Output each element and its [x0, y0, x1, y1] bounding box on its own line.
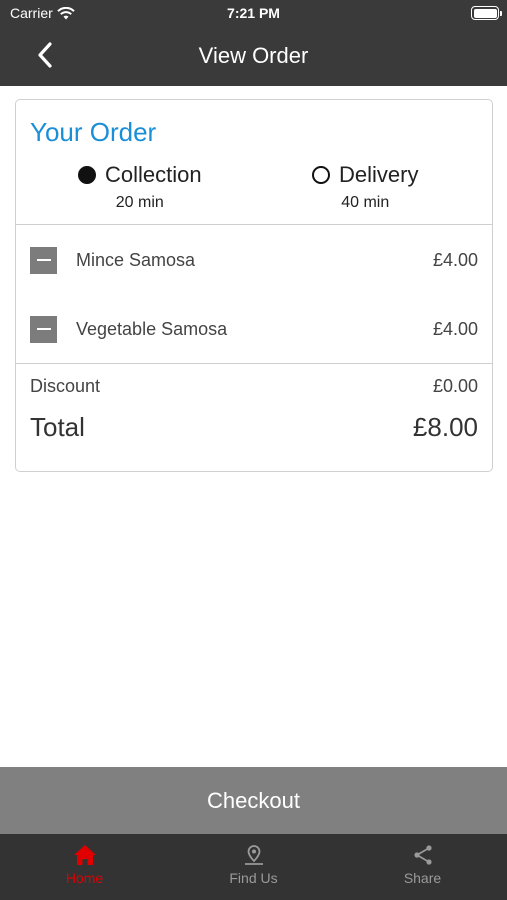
discount-value: £0.00 — [432, 376, 478, 396]
collection-label: Collection — [105, 162, 202, 187]
remove-item-button[interactable] — [30, 246, 57, 274]
status-time: 7:21 PM — [227, 5, 280, 21]
order-heading: Your Order — [30, 117, 157, 147]
tab-find-us-label: Find Us — [229, 870, 278, 886]
minus-icon — [36, 328, 51, 330]
order-item: Vegetable Samosa £4.00 — [16, 309, 492, 349]
divider — [16, 363, 492, 364]
delivery-option[interactable]: Delivery 40 min — [312, 162, 418, 212]
tab-home-label: Home — [65, 870, 104, 886]
share-icon — [413, 845, 432, 865]
order-item: Mince Samosa £4.00 — [16, 240, 492, 280]
divider — [16, 224, 492, 225]
minus-icon — [36, 259, 51, 261]
collection-option[interactable]: Collection 20 min — [78, 162, 202, 212]
radio-selected-icon[interactable] — [78, 166, 96, 184]
item-price: £4.00 — [432, 318, 478, 339]
delivery-label: Delivery — [339, 162, 419, 187]
item-name: Vegetable Samosa — [76, 318, 228, 339]
home-icon — [73, 845, 96, 865]
delivery-time: 40 min — [341, 194, 390, 211]
nav-bar: View Order — [0, 28, 507, 86]
radio-unselected-icon[interactable] — [312, 166, 330, 184]
total-row: Total £8.00 — [30, 412, 478, 443]
battery-icon — [471, 6, 502, 20]
header: Carrier 7:21 PM View Order — [0, 0, 507, 86]
order-card: Your Order Collection 20 min Delivery 40… — [15, 99, 493, 472]
tab-share-label: Share — [403, 870, 442, 886]
total-label: Total — [30, 412, 85, 442]
tab-share[interactable]: Share — [338, 834, 507, 900]
page-title: View Order — [198, 43, 309, 68]
discount-label: Discount — [30, 376, 101, 396]
checkout-button[interactable]: Checkout — [0, 767, 507, 834]
status-bar: Carrier 7:21 PM — [0, 0, 507, 28]
map-pin-icon — [244, 845, 263, 865]
item-name: Mince Samosa — [76, 249, 196, 270]
remove-item-button[interactable] — [30, 315, 57, 343]
collection-time: 20 min — [115, 194, 164, 211]
total-value: £8.00 — [412, 412, 478, 442]
tab-home[interactable]: Home — [0, 834, 169, 900]
tab-bar: Home Find Us Share — [0, 834, 507, 900]
tab-find-us[interactable]: Find Us — [169, 834, 338, 900]
item-price: £4.00 — [432, 249, 478, 270]
discount-row: Discount £0.00 — [30, 376, 478, 397]
